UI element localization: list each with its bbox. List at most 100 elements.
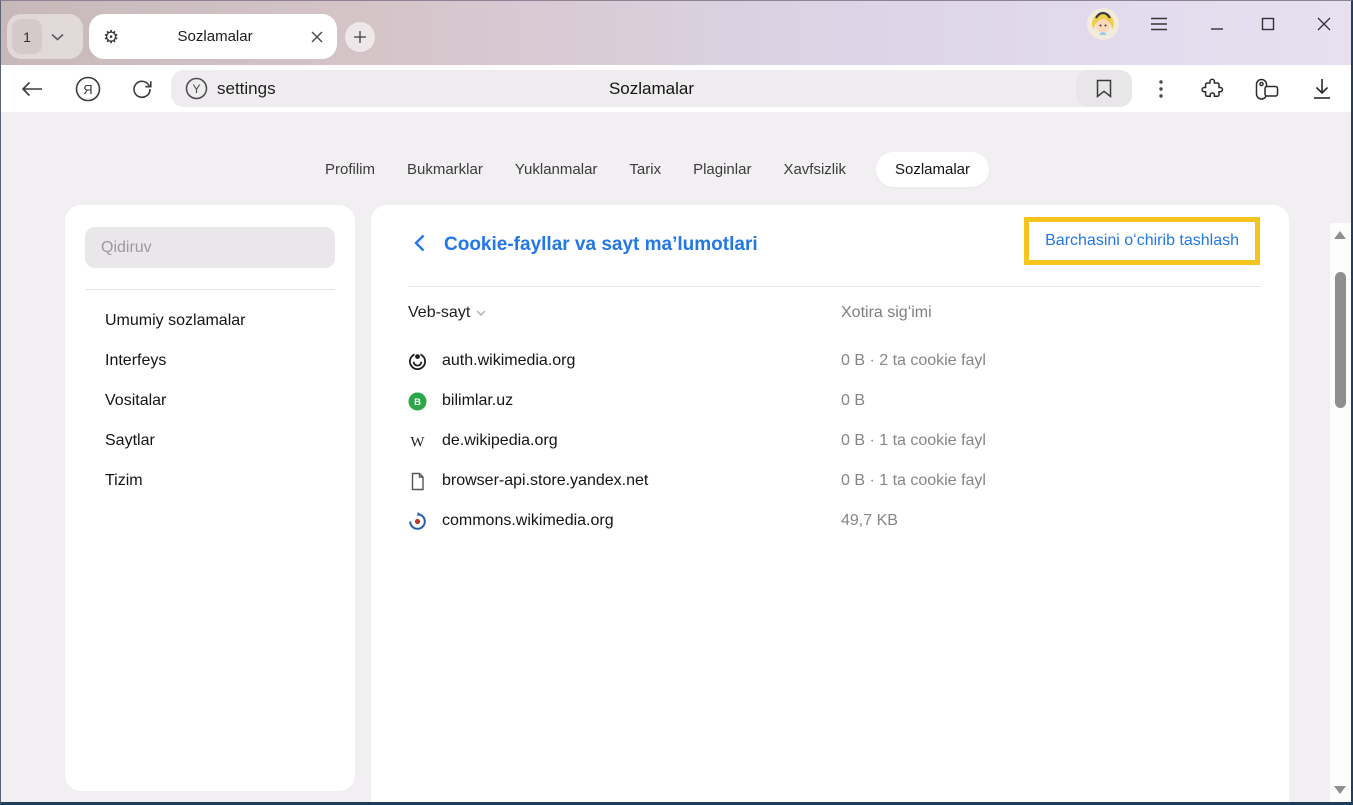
refresh-icon <box>131 78 153 100</box>
tab-title: Sozlamalar <box>119 28 311 45</box>
site-domain: bilimlar.uz <box>442 392 513 410</box>
svg-text:Y: Y <box>192 82 200 96</box>
passwords-cards-button[interactable] <box>1253 76 1279 102</box>
table-row[interactable]: B bilimlar.uz 0 B <box>371 381 1289 421</box>
browser-tab-sozlamalar[interactable]: ⚙ Sozlamalar <box>89 14 337 59</box>
maximize-icon <box>1261 17 1275 31</box>
commons-icon <box>408 512 427 531</box>
tab-group-badge[interactable]: 1 <box>12 19 42 54</box>
sort-chevron-icon <box>476 310 486 316</box>
site-domain: de.wikipedia.org <box>442 432 558 450</box>
cookies-heading: Cookie-fayllar va sayt maʼlumotlari <box>444 234 758 256</box>
settings-gear-icon: ⚙ <box>103 28 119 46</box>
site-settings-icon: Y <box>185 77 208 100</box>
sidebar-list: Umumiy sozlamalar Interfeys Vositalar Sa… <box>65 301 355 501</box>
scroll-down-arrow[interactable] <box>1334 786 1346 794</box>
table-row[interactable]: W de.wikipedia.org 0 B · 1 ta cookie fay… <box>371 421 1289 461</box>
bookmark-flag-icon <box>1096 79 1112 98</box>
nav-tab-plaginlar[interactable]: Plaginlar <box>691 152 753 187</box>
annotation-highlight-box: Barchasini oʻchirib tashlash <box>1024 217 1260 265</box>
nav-tab-sozlamalar[interactable]: Sozlamalar <box>876 152 989 187</box>
extensions-button[interactable] <box>1199 76 1225 102</box>
tab-close-icon[interactable] <box>311 31 323 43</box>
window-close-button[interactable] <box>1313 13 1335 35</box>
user-avatar[interactable] <box>1087 8 1119 40</box>
sidebar-item-saytlar[interactable]: Saytlar <box>65 421 355 461</box>
puzzle-icon <box>1200 77 1224 101</box>
svg-text:B: B <box>414 397 421 408</box>
site-domain: auth.wikimedia.org <box>442 352 575 370</box>
site-storage: 0 B <box>841 392 865 410</box>
page-title: Sozlamalar <box>171 79 1132 99</box>
browser-toolbar: Я Y settings Sozlamalar <box>1 65 1351 112</box>
settings-sidebar: Umumiy sozlamalar Interfeys Vositalar Sa… <box>65 205 355 791</box>
site-domain: browser-api.store.yandex.net <box>442 472 648 490</box>
address-bar[interactable]: Y settings Sozlamalar <box>171 70 1132 107</box>
yandex-logo-icon: Я <box>83 82 92 97</box>
site-table-header: Veb-sayt Xotira sigʻimi <box>371 294 1289 332</box>
downloads-button[interactable] <box>1309 76 1335 102</box>
back-chevron-button[interactable] <box>408 232 430 254</box>
sidebar-item-umumiy-sozlamalar[interactable]: Umumiy sozlamalar <box>65 301 355 341</box>
site-storage: 49,7 KB <box>841 512 898 530</box>
tab-group-selector[interactable]: 1 <box>7 14 83 59</box>
cookies-panel: Cookie-fayllar va sayt maʼlumotlari Barc… <box>371 205 1289 802</box>
nav-tab-xavfsizlik[interactable]: Xavfsizlik <box>781 152 848 187</box>
search-input[interactable] <box>85 227 335 268</box>
sidebar-divider <box>85 289 335 290</box>
column-storage-label: Xotira sigʻimi <box>841 304 932 322</box>
sidebar-item-tizim[interactable]: Tizim <box>65 461 355 501</box>
page-scrollbar[interactable] <box>1330 223 1351 802</box>
nav-tab-yuklanmalar[interactable]: Yuklanmalar <box>513 152 600 187</box>
yandex-home-button[interactable]: Я <box>75 76 101 102</box>
chevron-left-icon <box>414 234 425 252</box>
window-maximize-button[interactable] <box>1257 13 1279 35</box>
url-text: settings <box>217 79 276 99</box>
column-website-sort[interactable]: Veb-sayt <box>408 304 841 322</box>
table-row[interactable]: commons.wikimedia.org 49,7 KB <box>371 501 1289 541</box>
close-icon <box>1317 17 1331 31</box>
table-row[interactable]: browser-api.store.yandex.net 0 B · 1 ta … <box>371 461 1289 501</box>
site-storage: 0 B · 1 ta cookie fayl <box>841 472 986 490</box>
scrollbar-thumb[interactable] <box>1335 272 1346 408</box>
settings-page: Profilim Bukmarklar Yuklanmalar Tarix Pl… <box>1 112 1351 802</box>
site-storage: 0 B · 2 ta cookie fayl <box>841 352 986 370</box>
scroll-up-arrow[interactable] <box>1334 231 1346 239</box>
settings-nav-tabs: Profilim Bukmarklar Yuklanmalar Tarix Pl… <box>1 150 1311 188</box>
browser-menu-button[interactable] <box>1148 13 1170 35</box>
minimize-icon <box>1210 17 1224 31</box>
chevron-down-icon <box>51 33 64 41</box>
new-tab-button[interactable] <box>345 22 375 52</box>
cookies-header: Cookie-fayllar va sayt maʼlumotlari Barc… <box>371 205 1289 286</box>
back-button[interactable] <box>19 76 45 102</box>
svg-text:W: W <box>410 434 425 450</box>
download-icon <box>1312 78 1332 100</box>
document-icon <box>408 472 427 491</box>
header-divider <box>408 286 1261 287</box>
refresh-button[interactable] <box>129 76 155 102</box>
bilimlar-icon: B <box>408 392 427 411</box>
nav-tab-tarix[interactable]: Tarix <box>627 152 663 187</box>
sidebar-item-interfeys[interactable]: Interfeys <box>65 341 355 381</box>
delete-all-button[interactable]: Barchasini oʻchirib tashlash <box>1029 222 1255 260</box>
vertical-dots-icon <box>1159 80 1163 98</box>
site-storage: 0 B · 1 ta cookie fayl <box>841 432 986 450</box>
hamburger-icon <box>1150 17 1168 31</box>
key-card-icon <box>1253 78 1279 100</box>
wikimedia-icon <box>408 352 427 371</box>
table-row[interactable]: auth.wikimedia.org 0 B · 2 ta cookie fay… <box>371 341 1289 381</box>
window-minimize-button[interactable] <box>1206 13 1228 35</box>
arrow-left-icon <box>21 81 43 97</box>
address-bar-menu-button[interactable] <box>1148 76 1174 102</box>
wikipedia-icon: W <box>408 432 427 451</box>
tab-bar: 1 ⚙ Sozlamalar <box>1 1 1351 65</box>
site-table-body: auth.wikimedia.org 0 B · 2 ta cookie fay… <box>371 341 1289 541</box>
browser-window: 1 ⚙ Sozlamalar <box>0 0 1353 805</box>
nav-tab-profilim[interactable]: Profilim <box>323 152 377 187</box>
sidebar-item-vositalar[interactable]: Vositalar <box>65 381 355 421</box>
site-domain: commons.wikimedia.org <box>442 512 614 530</box>
bookmark-button[interactable] <box>1076 70 1132 107</box>
plus-icon <box>353 30 367 44</box>
nav-tab-bukmarklar[interactable]: Bukmarklar <box>405 152 485 187</box>
column-website-label: Veb-sayt <box>408 304 470 322</box>
